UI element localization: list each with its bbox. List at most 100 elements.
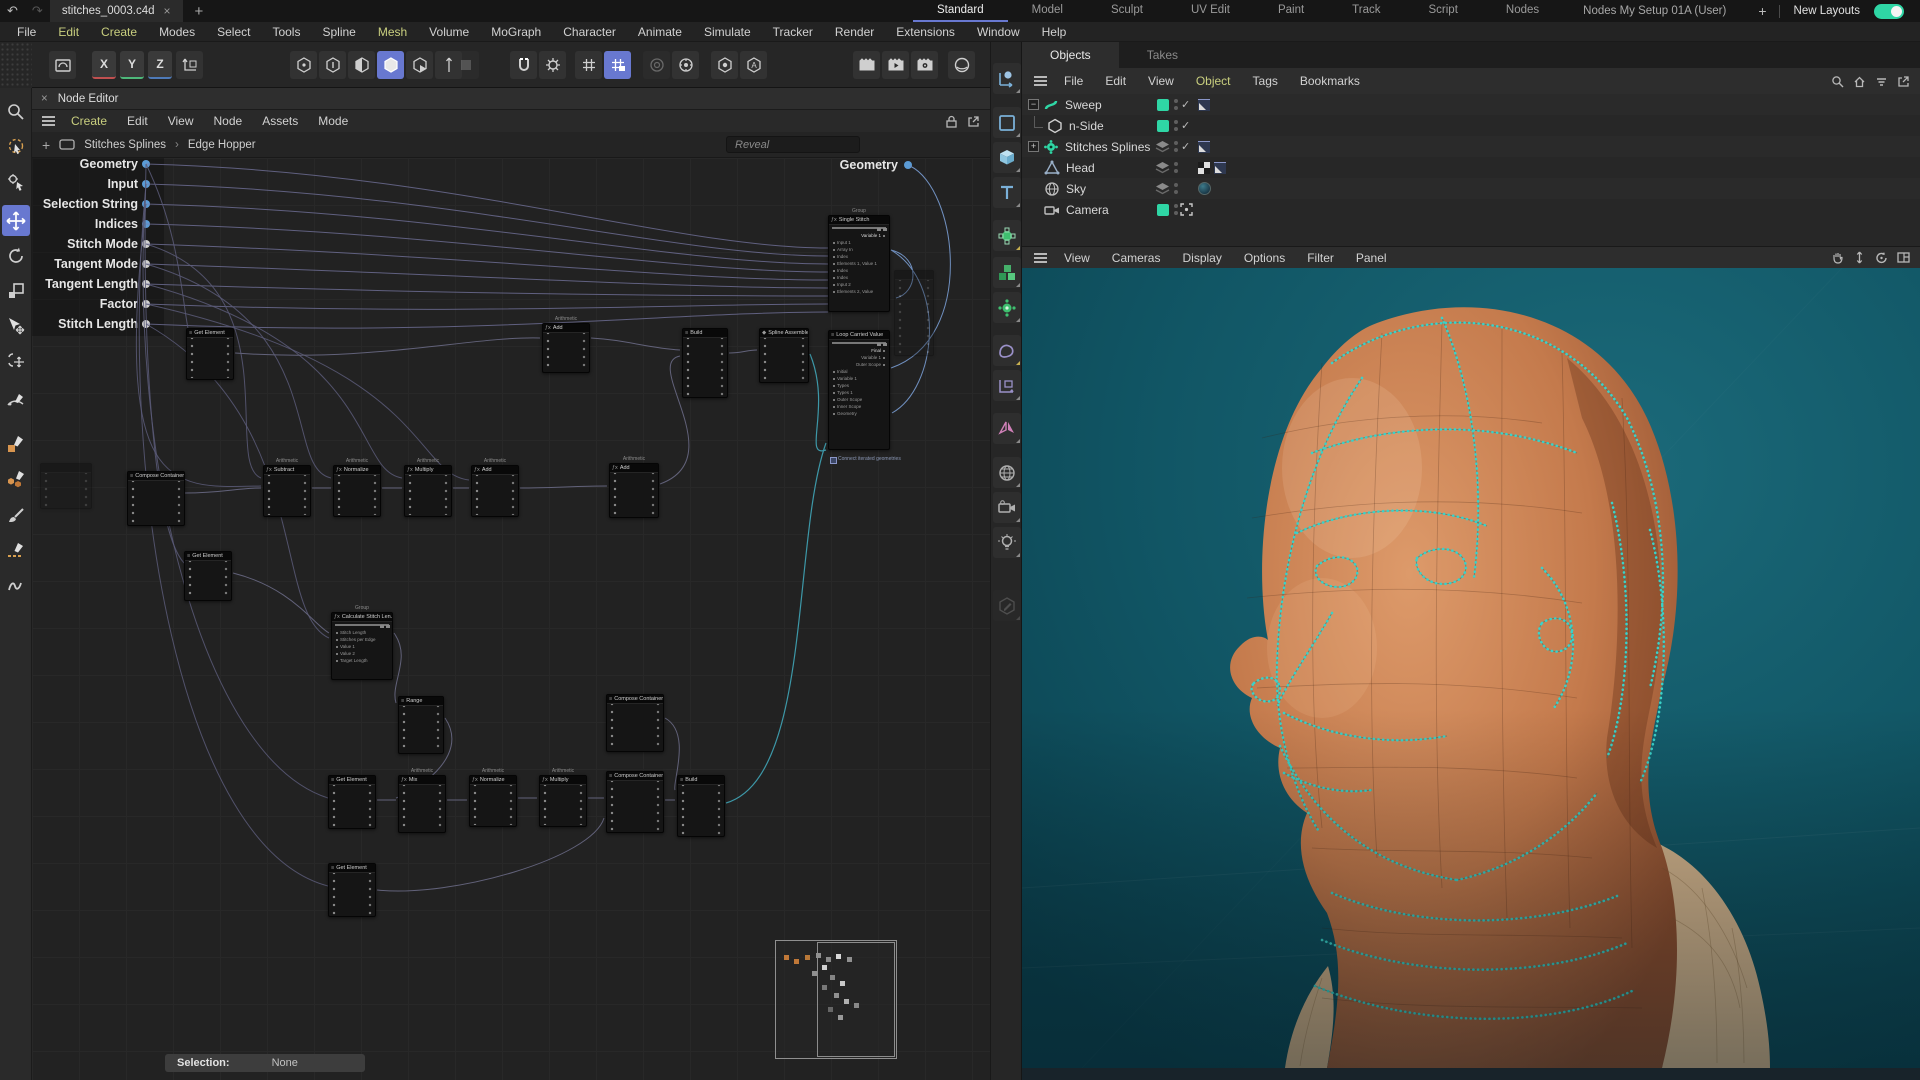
move-tool[interactable]: [2, 205, 30, 236]
graph-node[interactable]: ≡Compose Container: [606, 771, 664, 833]
object-row-nside[interactable]: n-Side ✓: [1022, 115, 1920, 136]
graph-node[interactable]: ArithmeticƒxNormalize: [333, 465, 381, 517]
layout-tab-standard[interactable]: Standard: [913, 0, 1008, 22]
hamburger-icon[interactable]: [42, 120, 55, 122]
om-menu-view[interactable]: View: [1137, 74, 1185, 88]
layout-tab-uvedit[interactable]: UV Edit: [1167, 0, 1254, 22]
hamburger-icon[interactable]: [1034, 257, 1047, 259]
viewport-history-button[interactable]: [49, 51, 76, 79]
object-name[interactable]: Head: [1066, 161, 1095, 175]
hamburger-icon[interactable]: [1034, 80, 1047, 82]
layout-tab-script[interactable]: Script: [1405, 0, 1482, 22]
graph-node[interactable]: ArithmeticƒxSubtract: [263, 465, 311, 517]
collapse-icon[interactable]: −: [1028, 99, 1039, 110]
symmetry-button[interactable]: [993, 413, 1021, 444]
visibility-dots[interactable]: [1174, 141, 1178, 153]
menu-mograph[interactable]: MoGraph: [480, 25, 552, 39]
axis-y-button[interactable]: Y: [120, 51, 144, 79]
layout-tab-track[interactable]: Track: [1328, 0, 1404, 22]
layout-tab-sculpt[interactable]: Sculpt: [1087, 0, 1167, 22]
deformer-button[interactable]: [993, 335, 1021, 366]
axis-z-button[interactable]: Z: [148, 51, 172, 79]
object-name[interactable]: Sweep: [1065, 98, 1102, 112]
menu-volume[interactable]: Volume: [418, 25, 480, 39]
add-node-icon[interactable]: +: [42, 137, 50, 153]
mograph-button[interactable]: [993, 292, 1021, 323]
tab-takes[interactable]: Takes: [1119, 42, 1206, 68]
auto-mode-button[interactable]: A: [740, 51, 767, 79]
field-button[interactable]: [993, 370, 1021, 401]
menu-mesh[interactable]: Mesh: [367, 25, 418, 39]
undo-icon[interactable]: ↶: [0, 3, 25, 19]
graph-node[interactable]: ArithmeticƒxAdd: [609, 463, 659, 518]
menu-extensions[interactable]: Extensions: [885, 25, 966, 39]
lock-icon[interactable]: [945, 115, 958, 128]
edge-mode-button[interactable]: [348, 51, 375, 79]
toggle-view-icon[interactable]: [1897, 251, 1910, 264]
graph-node[interactable]: ≡Get Element: [328, 775, 376, 829]
generator-button[interactable]: [993, 220, 1021, 251]
new-layouts-label[interactable]: New Layouts: [1780, 5, 1874, 17]
layer-color-chip[interactable]: [1157, 120, 1169, 132]
graph-node[interactable]: ≡Compose Container: [606, 694, 664, 752]
menu-simulate[interactable]: Simulate: [693, 25, 762, 39]
visibility-dots[interactable]: [1174, 204, 1178, 216]
home-icon[interactable]: [1853, 75, 1866, 88]
graph-node[interactable]: ArithmeticƒxMultiply: [404, 465, 452, 517]
lock-workplane-button[interactable]: [604, 51, 631, 79]
primitive-object-button[interactable]: [993, 142, 1021, 173]
enabled-check-icon[interactable]: ✓: [1181, 140, 1190, 153]
viewport-3d[interactable]: [1022, 268, 1920, 1068]
axis-x-button[interactable]: X: [92, 51, 116, 79]
point-mode-button[interactable]: [319, 51, 346, 79]
object-row-camera[interactable]: Camera: [1022, 199, 1920, 220]
live-selection-tool[interactable]: [2, 96, 30, 127]
rotate-tool[interactable]: [2, 240, 30, 271]
layers-icon[interactable]: [1155, 140, 1170, 154]
object-row-sky[interactable]: Sky: [1022, 178, 1920, 199]
node-minimap[interactable]: [775, 940, 897, 1059]
menu-select[interactable]: Select: [206, 25, 261, 39]
motext-button[interactable]: [993, 177, 1021, 208]
node-graph-canvas[interactable]: Geometry Input Selection String Indices …: [32, 158, 990, 1080]
graph-node[interactable]: ≡Build: [682, 328, 728, 398]
om-menu-bookmarks[interactable]: Bookmarks: [1289, 74, 1371, 88]
reveal-search-input[interactable]: [726, 136, 860, 153]
ne-menu-assets[interactable]: Assets: [252, 114, 308, 128]
search-icon[interactable]: [1831, 75, 1844, 88]
make-editable-button[interactable]: [290, 51, 317, 79]
polygon-mode-button[interactable]: [377, 51, 404, 79]
spline-primitive-button[interactable]: [993, 107, 1021, 138]
edge-cut-tool[interactable]: [2, 535, 30, 566]
layout-preset-label[interactable]: Nodes My Setup 01A (User): [1563, 5, 1746, 17]
graph-node[interactable]: ≡Range: [398, 696, 444, 754]
camera-create-button[interactable]: [993, 492, 1021, 523]
render-to-picture-viewer-button[interactable]: [882, 51, 909, 79]
cursor-transform-tool[interactable]: [2, 310, 30, 341]
graph-node-group[interactable]: Group ƒxCalculate Stitch Len... Stitch L…: [331, 612, 393, 680]
quad-pen-tool[interactable]: [2, 463, 30, 494]
sky-environment-button[interactable]: [993, 457, 1021, 488]
interactive-render-region-button[interactable]: [643, 51, 670, 79]
polygon-pen-tool[interactable]: [2, 428, 30, 459]
sky-material-tag[interactable]: [1198, 182, 1211, 195]
graph-node[interactable]: ≡Get Element: [328, 863, 376, 917]
multi-transform-tool[interactable]: [2, 345, 30, 376]
layers-icon[interactable]: [1155, 161, 1170, 175]
graph-node[interactable]: ArithmeticƒxMix: [398, 775, 446, 833]
menu-modes[interactable]: Modes: [148, 25, 206, 39]
menu-tracker[interactable]: Tracker: [762, 25, 824, 39]
render-settings-button[interactable]: [911, 51, 938, 79]
graph-node[interactable]: ArithmeticƒxNormalize: [469, 775, 517, 827]
popout-icon[interactable]: [967, 115, 980, 128]
redo-icon[interactable]: ↷: [25, 3, 50, 19]
graph-node[interactable]: ArithmeticƒxAdd: [542, 323, 590, 373]
coordinate-system-button[interactable]: [176, 51, 203, 79]
tweak-tool[interactable]: [2, 166, 30, 197]
add-layout-icon[interactable]: +: [1746, 3, 1778, 19]
render-view-button[interactable]: [853, 51, 880, 79]
graph-node[interactable]: ◆Spline Assembler: [759, 328, 809, 383]
light-create-button[interactable]: [993, 527, 1021, 558]
visibility-dots[interactable]: [1174, 99, 1178, 111]
spline-tools-button[interactable]: [993, 63, 1021, 94]
